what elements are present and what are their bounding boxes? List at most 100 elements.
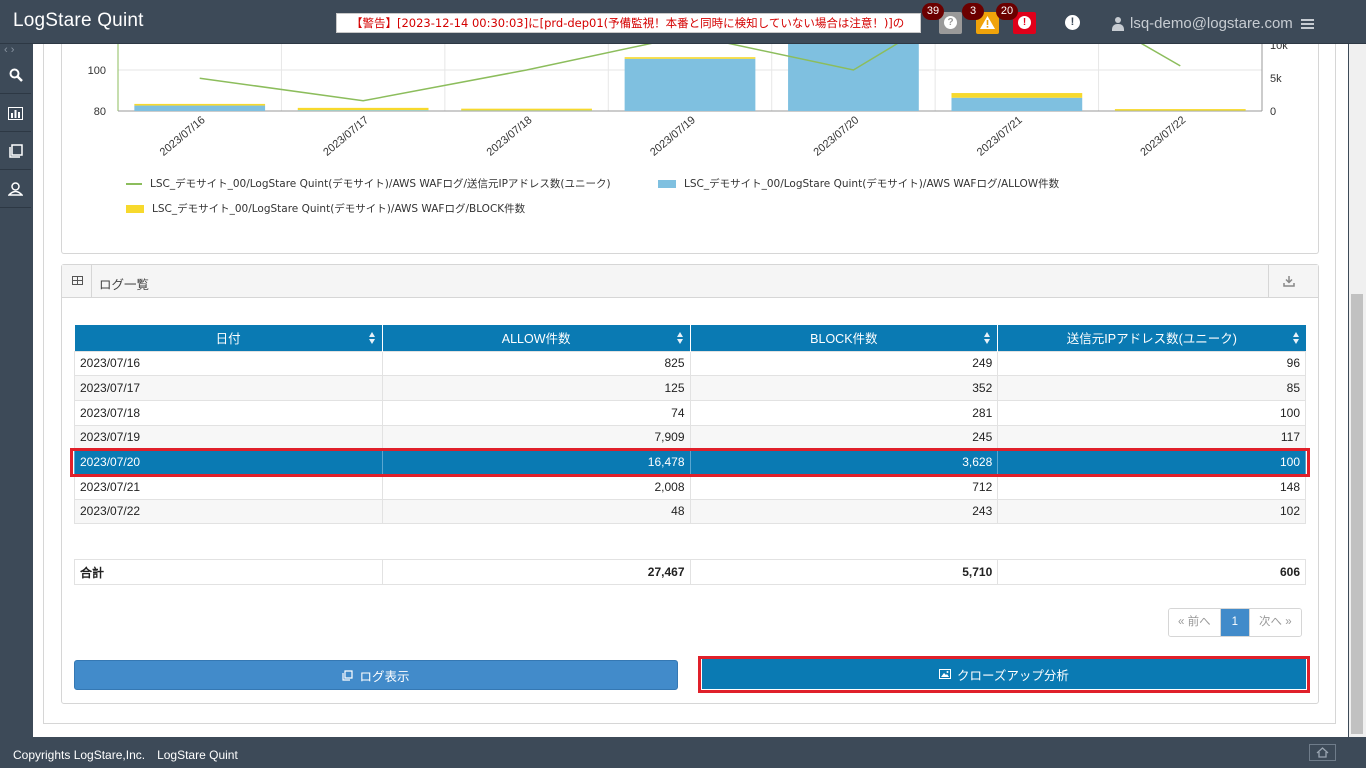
table-row[interactable]: 2023/07/18 74 281 100 — [74, 399, 1306, 426]
log-list-panel: ログ一覧 日付 ALLOW件数 BLOCK件数 送信元IPアドレス数(ユニーク)… — [61, 264, 1319, 704]
allow-bar — [788, 44, 919, 111]
top-bar: LogStare Quint 【警告】[2023-12-14 00:30:03]… — [0, 0, 1366, 44]
sort-icon[interactable] — [676, 332, 684, 344]
alert-ticker[interactable]: 【警告】[2023-12-14 00:30:03]に[prd-dep01(予備監… — [336, 13, 921, 33]
app-title[interactable]: LogStare Quint — [13, 10, 144, 32]
nav-users[interactable] — [0, 171, 31, 208]
user-icon — [1112, 16, 1124, 31]
cell-allow: 74 — [381, 399, 691, 426]
chart-panel: 80 100 0 5k 10k 2023/07/16 2023/07/17 2023/07/1… — [61, 44, 1319, 254]
x-tick-label: 2023/07/20 — [811, 114, 861, 159]
table-row[interactable]: 2023/07/17 125 352 85 — [74, 375, 1306, 401]
unknown-count-badge: 39 — [922, 3, 944, 20]
page-1-button[interactable]: 1 — [1220, 609, 1249, 636]
block-bar — [461, 108, 592, 111]
cell-date: 2023/07/22 — [74, 498, 383, 525]
column-header-block[interactable]: BLOCK件数 — [690, 325, 999, 351]
nav-report[interactable] — [0, 133, 31, 170]
legend-box-swatch — [658, 179, 676, 188]
table-row[interactable]: 2023/07/22 48 243 102 — [74, 498, 1306, 525]
total-table: 合計 27,467 5,710 606 — [74, 559, 1306, 585]
side-nav: ‹ › — [0, 44, 31, 737]
x-tick-label: 2023/07/18 — [485, 114, 535, 159]
block-bar — [297, 107, 429, 111]
notification-icon[interactable]: ! — [1065, 15, 1080, 30]
legend-item-ip-count[interactable]: LSC_デモサイト_00/LogStare Quint(デモサイト)/AWS W… — [126, 176, 611, 191]
cell-ip-count: 100 — [997, 399, 1306, 426]
main-content: 80 100 0 5k 10k 2023/07/16 2023/07/17 2023/07/1… — [33, 44, 1348, 737]
sort-icon[interactable] — [368, 332, 376, 344]
next-page-button[interactable]: 次へ » — [1249, 609, 1301, 636]
cell-date: 2023/07/17 — [74, 375, 383, 401]
closeup-button-highlight — [698, 656, 1310, 693]
critical-status-button[interactable]: ! 20 — [996, 3, 1036, 34]
column-header-ip-count[interactable]: 送信元IPアドレス数(ユニーク) — [997, 325, 1306, 351]
cell-block: 352 — [689, 375, 999, 401]
scrollbar-thumb[interactable] — [1351, 294, 1363, 734]
legend-item-block[interactable]: LSC_デモサイト_00/LogStare Quint(デモサイト)/AWS W… — [126, 201, 525, 216]
allow-bar — [297, 110, 429, 111]
log-view-button[interactable]: ログ表示 — [74, 660, 678, 690]
prev-page-button[interactable]: « 前へ — [1169, 609, 1221, 636]
book-icon — [342, 669, 354, 681]
table-icon — [72, 276, 83, 285]
chart-icon — [8, 106, 23, 120]
cell-ip-count: 148 — [997, 473, 1306, 500]
cell-allow: 2,008 — [381, 473, 691, 500]
block-bar — [951, 93, 1083, 98]
users-icon — [8, 182, 23, 196]
cell-allow: 825 — [381, 350, 691, 377]
cell-ip-count: 117 — [997, 424, 1306, 451]
cell-date: 2023/07/18 — [74, 399, 383, 426]
collapse-icon[interactable]: ‹ › — [4, 44, 14, 56]
table-row[interactable]: 2023/07/16 825 249 96 — [74, 350, 1306, 377]
x-tick-label: 2023/07/19 — [648, 114, 698, 159]
total-row: 合計 27,467 5,710 606 — [74, 559, 1306, 585]
log-panel-title: ログ一覧 — [99, 278, 150, 292]
cell-ip-count: 85 — [997, 375, 1306, 401]
table-row[interactable]: 2023/07/21 2,008 712 148 — [74, 473, 1306, 500]
cell-ip-count: 96 — [997, 350, 1306, 377]
unknown-status-button[interactable]: ? 39 — [922, 3, 962, 34]
selected-row-highlight — [70, 448, 1310, 477]
legend-box-swatch — [126, 204, 144, 213]
column-header-date[interactable]: 日付 — [74, 325, 383, 351]
legend-label: LSC_デモサイト_00/LogStare Quint(デモサイト)/AWS W… — [152, 203, 526, 215]
cell-block: 249 — [689, 350, 999, 377]
x-tick-label: 2023/07/21 — [975, 114, 1025, 159]
total-allow: 27,467 — [381, 559, 691, 585]
cell-ip-count: 102 — [997, 498, 1306, 525]
search-icon — [9, 68, 23, 82]
sort-icon[interactable] — [1292, 332, 1300, 344]
total-ip-count: 606 — [997, 559, 1306, 585]
pagination: « 前へ 1 次へ » — [1168, 608, 1302, 637]
header-divider — [91, 265, 92, 298]
exclamation-icon: ! — [1018, 16, 1031, 29]
total-block: 5,710 — [689, 559, 999, 585]
warning-icon — [980, 16, 995, 29]
column-header-allow[interactable]: ALLOW件数 — [382, 325, 691, 351]
legend-item-allow[interactable]: LSC_デモサイト_00/LogStare Quint(デモサイト)/AWS W… — [658, 176, 1059, 191]
question-icon: ? — [944, 16, 957, 29]
home-button[interactable] — [1309, 744, 1336, 761]
nav-search[interactable] — [0, 57, 31, 94]
x-tick-label: 2023/07/22 — [1138, 114, 1188, 159]
download-button[interactable] — [1268, 265, 1308, 297]
sort-icon[interactable] — [984, 332, 991, 344]
page-scrollbar[interactable] — [1349, 44, 1366, 737]
allow-bar — [134, 105, 266, 111]
block-bar — [1114, 109, 1246, 111]
allow-bar — [951, 97, 1083, 111]
allow-bar — [624, 58, 756, 111]
right-tick-label: 0 — [1270, 106, 1276, 118]
header-label: BLOCK件数 — [810, 332, 878, 347]
total-label: 合計 — [74, 559, 383, 585]
critical-count-badge: 20 — [996, 3, 1018, 20]
right-tick-label: 10k — [1270, 44, 1288, 52]
user-menu[interactable]: lsq-demo@logstare.com — [1112, 15, 1314, 32]
left-tick-label: 100 — [88, 65, 106, 77]
nav-dashboard[interactable] — [0, 95, 31, 132]
table-row[interactable]: 2023/07/19 7,909 245 117 — [74, 424, 1306, 451]
user-name: lsq-demo@logstare.com — [1130, 15, 1293, 32]
warning-status-button[interactable]: 3 — [962, 3, 999, 34]
